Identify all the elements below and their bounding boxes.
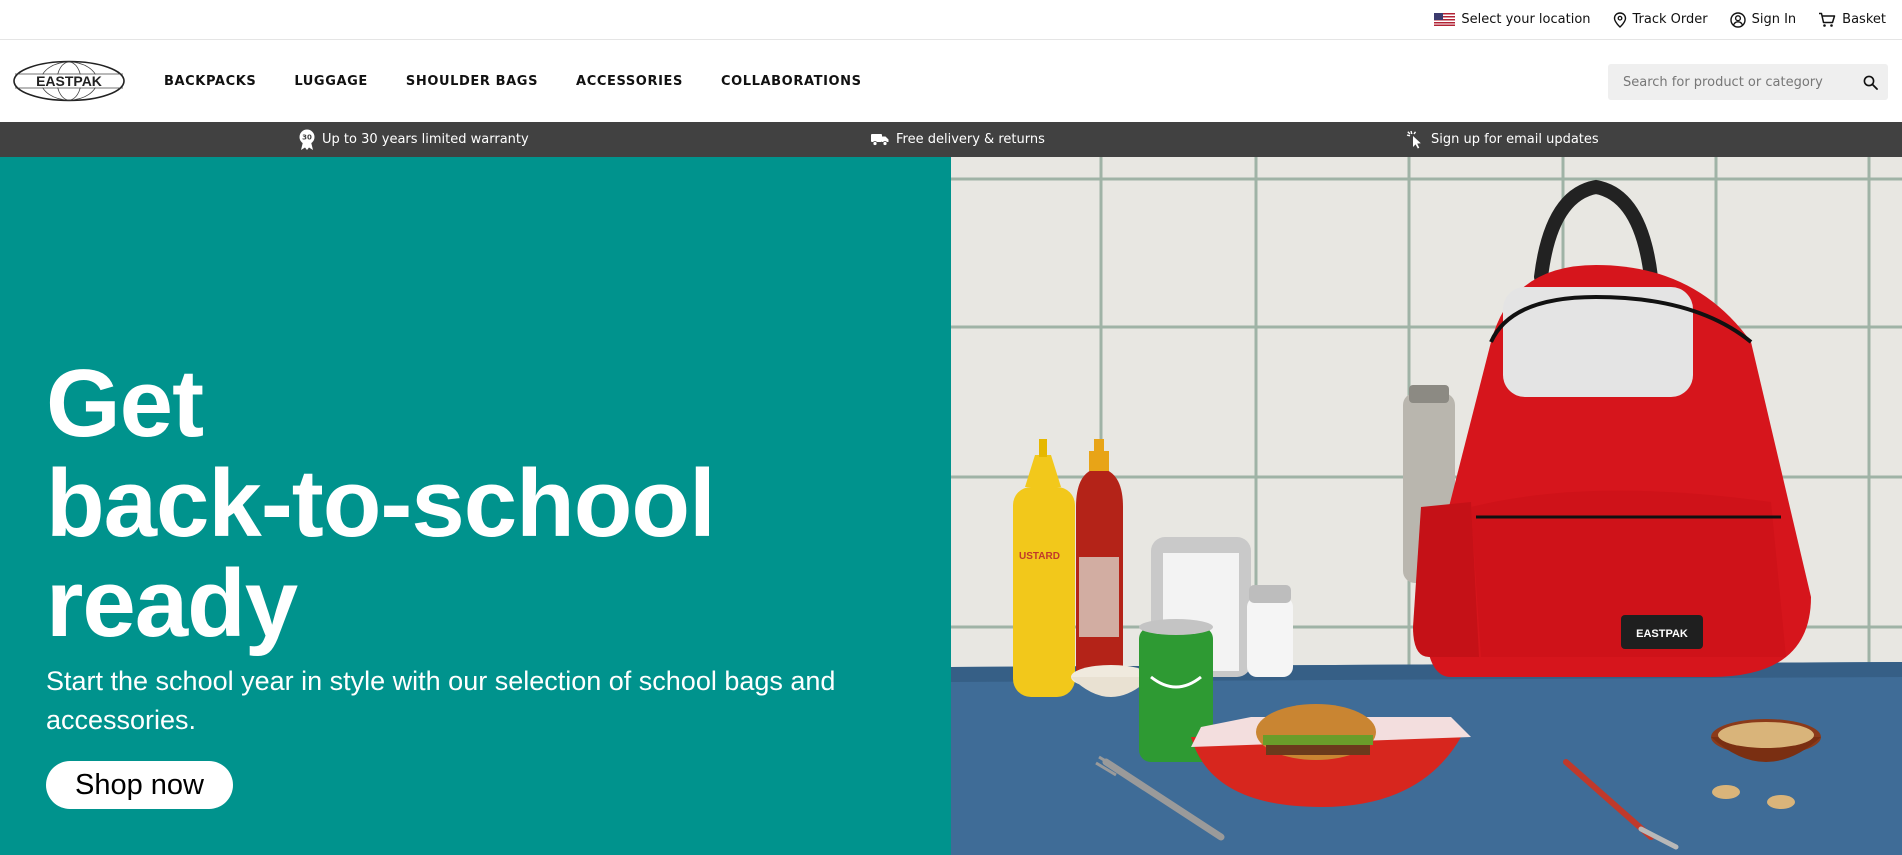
email-label: Sign up for email updates [1431, 132, 1599, 147]
hero-banner: Get back-to-school ready Start the schoo… [0, 157, 1902, 855]
hero-subtitle: Start the school year in style with our … [46, 666, 836, 735]
backpack-scene-illustration: USTARD EASTPAK [951, 157, 1902, 855]
click-pointer-icon [1406, 130, 1421, 149]
svg-text:EASTPAK: EASTPAK [36, 73, 102, 89]
svg-text:EASTPAK: EASTPAK [1636, 628, 1688, 640]
hero-image[interactable]: USTARD EASTPAK [951, 157, 1902, 855]
sign-in-label: Sign In [1751, 12, 1797, 27]
us-flag-icon [1434, 13, 1456, 26]
delivery-label: Free delivery & returns [896, 132, 1045, 147]
search-icon[interactable] [1863, 75, 1878, 90]
warranty-badge-icon: 30 [299, 129, 315, 150]
nav-item-collaborations[interactable]: COLLABORATIONS [702, 74, 881, 89]
svg-text:30: 30 [302, 133, 312, 141]
delivery-truck-icon [871, 134, 889, 146]
track-order-label: Track Order [1632, 12, 1708, 27]
hero-title-line: back-to-school [46, 450, 716, 557]
search-input[interactable] [1623, 74, 1863, 90]
warranty-benefit[interactable]: 30 Up to 30 years limited warranty [299, 122, 529, 157]
nav-item-accessories[interactable]: ACCESSORIES [557, 74, 702, 89]
svg-text:USTARD: USTARD [1019, 551, 1060, 562]
user-icon [1729, 11, 1746, 28]
cart-icon [1819, 12, 1836, 27]
select-location-link[interactable]: Select your location [1434, 12, 1591, 27]
basket-label: Basket [1842, 12, 1886, 27]
nav-item-luggage[interactable]: LUGGAGE [275, 74, 387, 89]
benefits-bar: 30 Up to 30 years limited warranty Free … [0, 122, 1902, 157]
main-nav: BACKPACKS LUGGAGE SHOULDER BAGS ACCESSOR… [156, 74, 881, 89]
eastpak-logo[interactable]: EASTPAK [12, 60, 126, 102]
delivery-benefit[interactable]: Free delivery & returns [871, 122, 1045, 157]
utility-bar: Select your location Track Order Sign In… [0, 0, 1902, 40]
nav-item-shoulder-bags[interactable]: SHOULDER BAGS [387, 74, 557, 89]
sign-in-link[interactable]: Sign In [1729, 11, 1797, 28]
hero-text-panel: Get back-to-school ready Start the schoo… [0, 157, 951, 855]
hero-title-line: ready [46, 550, 298, 657]
hero-title: Get back-to-school ready [46, 354, 926, 654]
basket-link[interactable]: Basket [1818, 12, 1886, 28]
main-header: EASTPAK BACKPACKS LUGGAGE SHOULDER BAGS … [0, 40, 1902, 122]
warranty-label: Up to 30 years limited warranty [322, 132, 529, 147]
track-order-link[interactable]: Track Order [1613, 11, 1708, 28]
location-pin-icon [1613, 11, 1626, 28]
hero-title-line: Get [46, 350, 204, 457]
nav-item-backpacks[interactable]: BACKPACKS [156, 74, 275, 89]
select-location-label: Select your location [1461, 12, 1591, 27]
email-benefit[interactable]: Sign up for email updates [1406, 122, 1599, 157]
search-box [1608, 64, 1888, 100]
shop-now-button[interactable]: Shop now [46, 761, 233, 809]
